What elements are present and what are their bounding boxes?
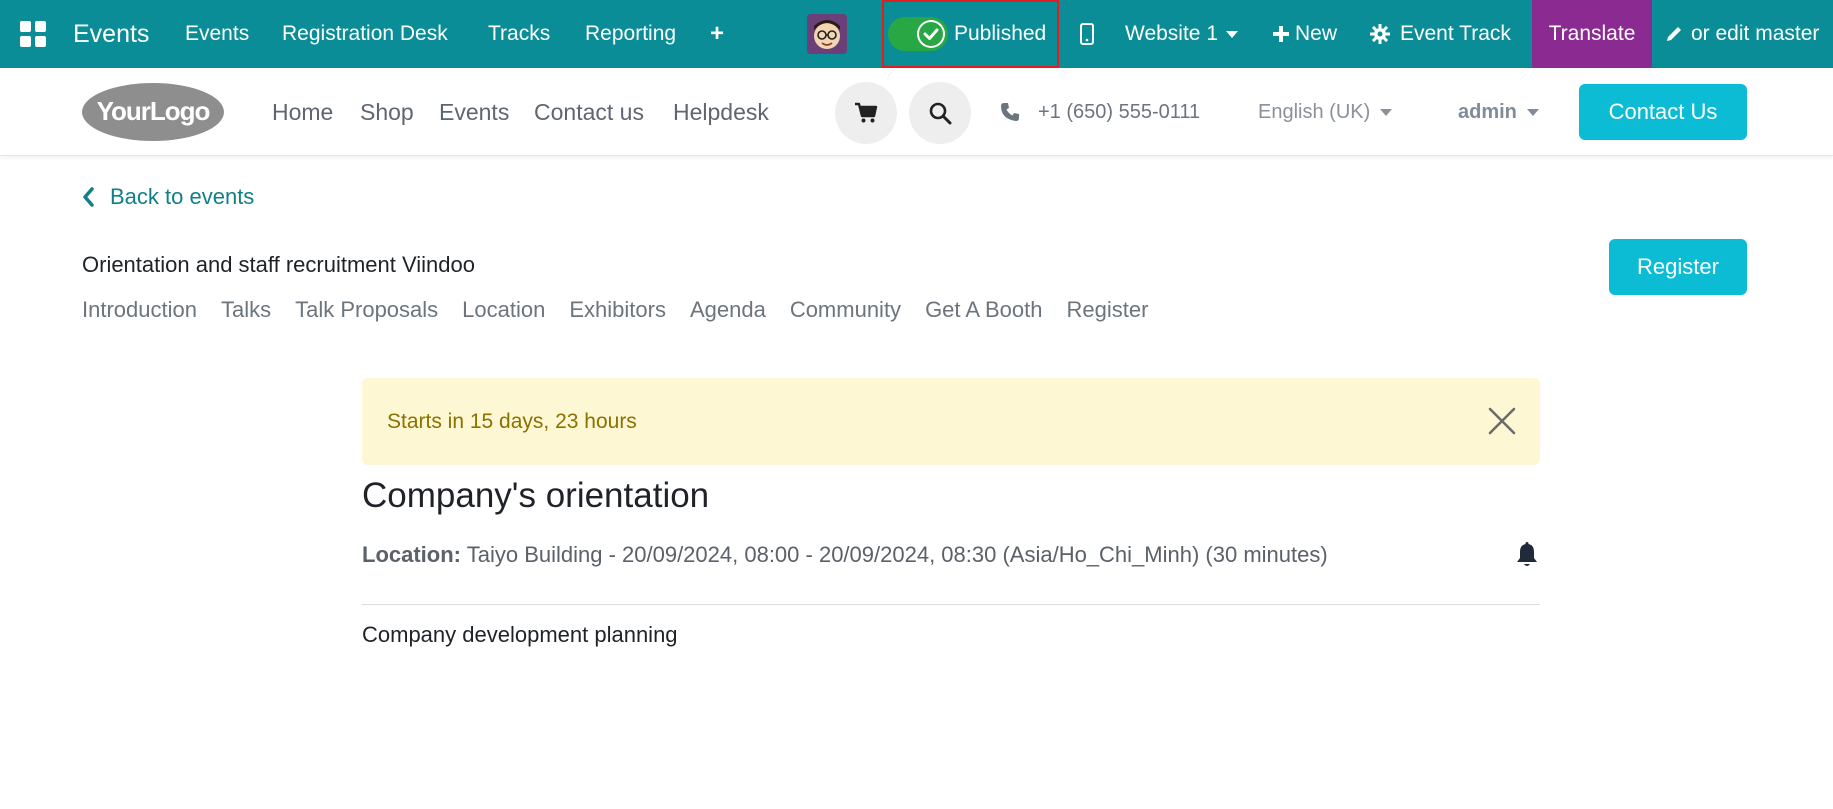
- event-name: Orientation and staff recruitment Viindo…: [82, 252, 475, 277]
- back-to-events-link[interactable]: Back to events: [82, 180, 254, 214]
- published-toggle[interactable]: [888, 17, 948, 51]
- site-logo[interactable]: YourLogo: [81, 82, 225, 142]
- tab-exhibitors[interactable]: Exhibitors: [569, 297, 666, 323]
- nav-events[interactable]: Events: [439, 68, 509, 156]
- location-label: Location:: [362, 542, 461, 567]
- published-label[interactable]: Published: [954, 0, 1046, 68]
- svg-text:YourLogo: YourLogo: [97, 96, 210, 126]
- site-header: YourLogo Home Shop Events Contact us Hel…: [0, 68, 1833, 156]
- tab-introduction[interactable]: Introduction: [82, 297, 197, 323]
- phone-number: +1 (650) 555-0111: [1038, 100, 1201, 123]
- edit-master-label: or edit master: [1691, 22, 1820, 45]
- talk-title: Company's orientation: [362, 476, 710, 515]
- new-button-label: New: [1295, 22, 1338, 45]
- mobile-preview-icon[interactable]: [1080, 0, 1094, 68]
- tab-location[interactable]: Location: [462, 297, 545, 323]
- phone-icon: [1001, 103, 1019, 121]
- topnav-reporting[interactable]: Reporting: [585, 0, 676, 68]
- chevron-down-icon: [1380, 108, 1393, 116]
- plus-icon: [1273, 26, 1289, 42]
- phone-contact[interactable]: +1 (650) 555-0111: [1000, 68, 1200, 156]
- search-button[interactable]: [909, 82, 971, 144]
- avatar-face-icon: [807, 14, 847, 54]
- tab-get-a-booth[interactable]: Get A Booth: [925, 297, 1042, 323]
- pencil-icon: [1667, 27, 1681, 41]
- tab-register[interactable]: Register: [1067, 297, 1149, 323]
- translate-button[interactable]: Translate: [1532, 0, 1652, 68]
- tab-community[interactable]: Community: [790, 297, 901, 323]
- apps-menu-icon[interactable]: [20, 0, 46, 68]
- tab-talk-proposals[interactable]: Talk Proposals: [295, 297, 438, 323]
- chevron-down-icon: [1526, 108, 1539, 116]
- divider: [362, 604, 1540, 605]
- language-label: English (UK): [1258, 100, 1371, 123]
- cart-icon: [855, 102, 878, 123]
- website-switcher-label: Website 1: [1125, 22, 1218, 45]
- topnav-tracks[interactable]: Tracks: [488, 0, 550, 68]
- tab-agenda[interactable]: Agenda: [690, 297, 766, 323]
- back-to-events-label: Back to events: [110, 184, 255, 209]
- admin-topbar: Events Events Registration Desk Tracks R…: [0, 0, 1833, 68]
- new-button[interactable]: New: [1273, 0, 1337, 68]
- user-menu-label: admin: [1458, 100, 1517, 123]
- user-menu[interactable]: admin: [1458, 68, 1539, 156]
- event-track-label: Event Track: [1400, 22, 1511, 45]
- user-avatar[interactable]: [807, 14, 847, 54]
- search-icon: [929, 102, 952, 125]
- countdown-text: Starts in 15 days, 23 hours: [387, 409, 637, 433]
- edit-master-button[interactable]: or edit master: [1665, 0, 1819, 68]
- close-icon[interactable]: [1487, 406, 1517, 436]
- talk-description: Company development planning: [362, 622, 678, 647]
- language-selector[interactable]: English (UK): [1258, 68, 1393, 156]
- cart-button[interactable]: [835, 82, 897, 144]
- app-title[interactable]: Events: [73, 0, 149, 68]
- add-menu-button[interactable]: +: [710, 0, 724, 68]
- nav-contact-us[interactable]: Contact us: [534, 68, 644, 156]
- chevron-left-icon: [83, 187, 94, 207]
- talk-location: Location: Taiyo Building - 20/09/2024, 0…: [362, 542, 1328, 568]
- contact-us-button[interactable]: Contact Us: [1579, 84, 1747, 140]
- website-switcher[interactable]: Website 1: [1125, 0, 1238, 68]
- gear-icon: [1370, 24, 1390, 44]
- location-value: Taiyo Building - 20/09/2024, 08:00 - 20/…: [466, 542, 1328, 567]
- topnav-registration-desk[interactable]: Registration Desk: [282, 0, 448, 68]
- nav-home[interactable]: Home: [272, 68, 333, 156]
- event-track-button[interactable]: Event Track: [1370, 0, 1511, 68]
- topnav-events[interactable]: Events: [185, 0, 249, 68]
- tab-talks[interactable]: Talks: [221, 297, 271, 323]
- check-icon: [917, 20, 945, 48]
- event-tabs: Introduction Talks Talk Proposals Locati…: [82, 297, 1172, 323]
- bell-icon[interactable]: [1516, 542, 1538, 568]
- chevron-down-icon: [1226, 30, 1238, 38]
- countdown-alert: Starts in 15 days, 23 hours: [362, 378, 1540, 465]
- register-button[interactable]: Register: [1609, 239, 1747, 295]
- nav-helpdesk[interactable]: Helpdesk: [673, 68, 769, 156]
- nav-shop[interactable]: Shop: [360, 68, 414, 156]
